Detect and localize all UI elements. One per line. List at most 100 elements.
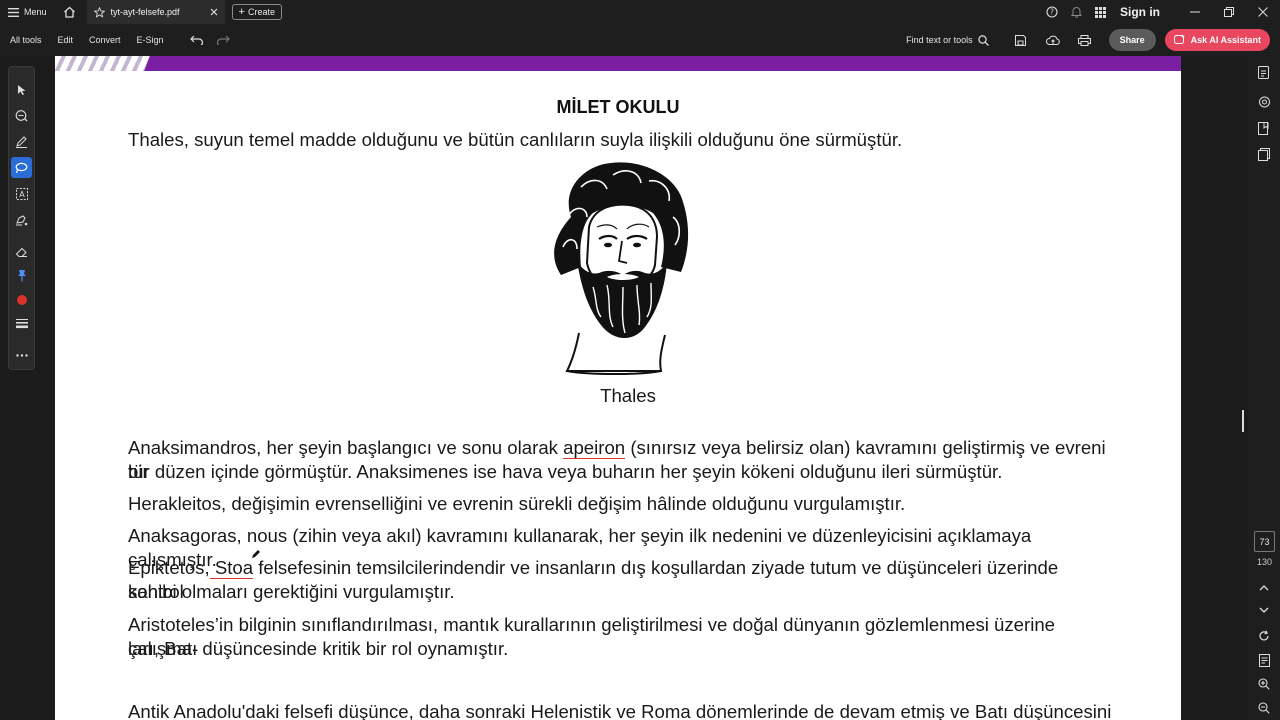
ai-assistant-button[interactable]: Ask AI Assistant bbox=[1164, 29, 1270, 51]
main-toolbar: All tools Edit Convert E-Sign Find text … bbox=[0, 24, 1280, 56]
document-tab[interactable]: tyt-ayt-felsefe.pdf bbox=[86, 0, 225, 24]
select-tool[interactable] bbox=[11, 79, 32, 100]
star-icon[interactable] bbox=[93, 6, 105, 18]
bell-icon bbox=[1070, 7, 1082, 18]
printer-icon bbox=[1078, 34, 1092, 46]
sign-tool[interactable] bbox=[11, 209, 32, 230]
scrollbar-thumb[interactable] bbox=[1242, 410, 1244, 432]
pin-icon bbox=[17, 270, 26, 282]
next-page-button[interactable] bbox=[1252, 598, 1276, 622]
paragraph-aristoteles-line2: ları, Batı düşüncesinde kritik bir rol o… bbox=[128, 638, 509, 659]
help-icon: ? bbox=[1046, 6, 1058, 18]
eraser-icon bbox=[15, 247, 27, 257]
close-tab-icon[interactable] bbox=[210, 8, 218, 16]
pen-cursor-icon bbox=[252, 550, 260, 558]
previous-page-button[interactable] bbox=[1252, 576, 1276, 600]
current-page-input[interactable]: 73 bbox=[1254, 531, 1275, 552]
text-segment: Epiktetos, bbox=[128, 557, 210, 578]
esign-menu[interactable]: E-Sign bbox=[129, 24, 172, 56]
redo-button[interactable] bbox=[210, 24, 236, 56]
underlined-term-apeiron: apeiron bbox=[563, 437, 626, 459]
document-sparkle-icon bbox=[1258, 65, 1269, 79]
save-button[interactable] bbox=[1007, 24, 1035, 56]
color-picker[interactable] bbox=[11, 289, 32, 310]
restore-icon bbox=[1224, 7, 1234, 17]
text-box-tool[interactable]: A bbox=[11, 183, 32, 204]
line-weight-icon bbox=[15, 318, 28, 328]
apps-button[interactable] bbox=[1088, 0, 1112, 24]
edit-menu[interactable]: Edit bbox=[50, 24, 82, 56]
find-tools-button[interactable]: Find text or tools bbox=[906, 34, 989, 46]
total-pages: 130 bbox=[1256, 557, 1273, 567]
zoom-in-button[interactable] bbox=[1252, 672, 1276, 696]
comment-tool[interactable] bbox=[11, 105, 32, 126]
sign-in-button[interactable]: Sign in bbox=[1120, 5, 1160, 19]
save-icon bbox=[1015, 34, 1027, 46]
left-tool-rail: A bbox=[8, 66, 35, 370]
svg-text:A: A bbox=[19, 190, 25, 199]
thales-portrait bbox=[554, 162, 689, 375]
stroke-width-picker[interactable] bbox=[11, 313, 32, 334]
banner-stripes bbox=[55, 56, 155, 71]
menu-button[interactable]: Menu bbox=[0, 0, 55, 24]
svg-text:?: ? bbox=[1050, 8, 1054, 17]
more-tools-button[interactable] bbox=[11, 345, 32, 366]
convert-menu[interactable]: Convert bbox=[81, 24, 129, 56]
refresh-icon bbox=[1259, 630, 1269, 641]
chevron-down-icon bbox=[1259, 607, 1269, 613]
home-icon bbox=[64, 6, 75, 18]
text-box-icon: A bbox=[15, 187, 28, 200]
eraser-tool[interactable] bbox=[11, 241, 32, 262]
toolbar-right-group: Find text or tools Share Ask AI Assistan… bbox=[906, 24, 1270, 56]
paragraph-epiktetos-line2: sahibi olmaları gerektiğini vurgulamıştı… bbox=[128, 581, 455, 602]
restore-button[interactable] bbox=[1212, 0, 1246, 24]
comment-icon bbox=[15, 109, 28, 121]
intro-paragraph: Thales, suyun temel madde olduğunu ve bü… bbox=[128, 129, 903, 150]
all-tools-menu[interactable]: All tools bbox=[0, 24, 50, 56]
print-button[interactable] bbox=[1071, 24, 1099, 56]
cloud-upload-icon bbox=[1045, 35, 1060, 45]
share-button[interactable]: Share bbox=[1108, 29, 1156, 51]
notifications-button[interactable] bbox=[1064, 0, 1088, 24]
zoom-out-button[interactable] bbox=[1252, 696, 1276, 720]
ai-summary-button[interactable] bbox=[1252, 60, 1276, 84]
pen-icon bbox=[16, 135, 27, 148]
redo-icon bbox=[216, 35, 230, 45]
tab-title: tyt-ayt-felsefe.pdf bbox=[110, 7, 180, 17]
underlined-term-stoa: Stoa bbox=[209, 557, 254, 579]
find-label: Find text or tools bbox=[906, 35, 973, 45]
menu-label: Menu bbox=[24, 7, 47, 17]
page-header-banner bbox=[55, 56, 1181, 71]
create-button[interactable]: + Create bbox=[231, 4, 282, 20]
comments-panel-button[interactable] bbox=[1252, 90, 1276, 114]
undo-icon bbox=[189, 35, 203, 45]
help-button[interactable]: ? bbox=[1040, 0, 1064, 24]
document-viewport[interactable]: MİLET OKULU Thales, suyun temel madde ol… bbox=[40, 56, 1240, 720]
draw-freeform-tool[interactable] bbox=[11, 157, 32, 178]
rotate-button[interactable] bbox=[1252, 624, 1276, 648]
home-button[interactable] bbox=[55, 0, 85, 24]
pin-tool[interactable] bbox=[11, 265, 32, 286]
bookmarks-panel-button[interactable] bbox=[1252, 116, 1276, 140]
pages-icon bbox=[1258, 147, 1270, 161]
upload-button[interactable] bbox=[1039, 24, 1067, 56]
color-dot-icon bbox=[16, 294, 27, 305]
pdf-page: MİLET OKULU Thales, suyun temel madde ol… bbox=[55, 56, 1181, 720]
highlight-tool[interactable] bbox=[11, 131, 32, 152]
page-layout-button[interactable] bbox=[1252, 648, 1276, 672]
minimize-button[interactable] bbox=[1178, 0, 1212, 24]
ai-assistant-icon bbox=[1173, 34, 1185, 44]
search-icon bbox=[977, 34, 989, 46]
more-icon bbox=[15, 354, 28, 357]
apps-grid-icon bbox=[1094, 6, 1106, 18]
zoom-in-icon bbox=[1258, 678, 1270, 690]
page-title: MİLET OKULU bbox=[556, 97, 680, 117]
close-icon bbox=[1258, 7, 1268, 17]
page-view-icon bbox=[1258, 653, 1270, 667]
text-segment: Anaksimandros, her şeyin başlangıcı ve s… bbox=[128, 437, 564, 458]
banner-edge bbox=[144, 56, 170, 71]
undo-button[interactable] bbox=[184, 24, 210, 56]
pages-panel-button[interactable] bbox=[1252, 142, 1276, 166]
title-right-group: ? Sign in bbox=[1040, 0, 1280, 24]
close-window-button[interactable] bbox=[1246, 0, 1280, 24]
